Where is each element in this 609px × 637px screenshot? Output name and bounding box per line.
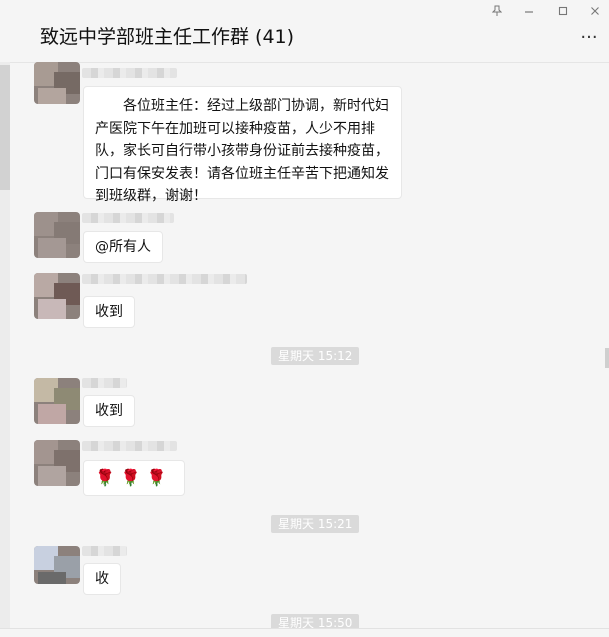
message-bubble[interactable]: 🌹🌹🌹 [83, 460, 185, 496]
sender-name [82, 213, 174, 223]
timestamp: 星期天 15:21 [271, 515, 360, 533]
sender-name [82, 441, 177, 451]
avatar[interactable] [34, 273, 80, 319]
left-scrollbar-thumb[interactable] [0, 65, 10, 190]
avatar[interactable] [34, 440, 80, 486]
avatar[interactable] [34, 62, 80, 104]
more-dots-icon[interactable]: ··· [577, 29, 601, 47]
message-bubble[interactable]: 各位班主任：经过上级部门协调，新时代妇产医院下午在加班可以接种疫苗，人少不用排队… [83, 86, 402, 204]
timestamp: 星期天 15:12 [271, 347, 360, 365]
sender-name [82, 68, 177, 78]
avatar[interactable] [34, 546, 80, 584]
message-bubble[interactable]: 收 [83, 563, 121, 595]
resize-grip[interactable] [605, 348, 609, 368]
chat-title: 致远中学部班主任工作群 (41) [40, 26, 295, 48]
chat-header: 致远中学部班主任工作群 (41) ··· [0, 0, 609, 63]
sender-name [82, 274, 247, 284]
sender-name [82, 378, 127, 388]
close-icon[interactable] [585, 5, 605, 21]
avatar[interactable] [34, 378, 80, 424]
avatar[interactable] [34, 212, 80, 258]
sender-name [82, 546, 127, 556]
minimize-icon[interactable] [519, 5, 539, 21]
pin-icon[interactable] [487, 5, 507, 21]
message-bubble[interactable]: 收到 [83, 296, 135, 328]
maximize-icon[interactable] [553, 5, 573, 21]
message-bubble[interactable]: 收到 [83, 395, 135, 427]
message-bubble[interactable]: @所有人 [83, 231, 163, 263]
rose-icon: 🌹🌹🌹 [95, 468, 173, 487]
